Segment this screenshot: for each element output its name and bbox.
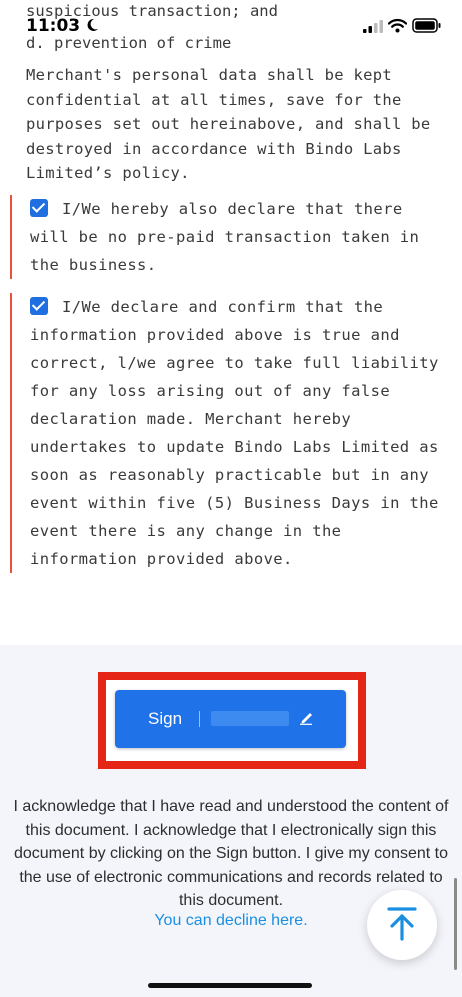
cellular-signal-icon xyxy=(363,20,383,38)
battery-icon xyxy=(412,18,442,38)
declaration-prepaid: I/We hereby also declare that there will… xyxy=(10,195,440,279)
scroll-to-top-button[interactable] xyxy=(367,890,437,960)
arrow-up-icon xyxy=(387,907,417,946)
document-content: suspicious transaction; and d. preventio… xyxy=(0,0,462,645)
decline-link[interactable]: You can decline here. xyxy=(154,912,307,929)
sign-button[interactable]: Sign xyxy=(115,690,346,748)
wifi-icon xyxy=(387,18,408,38)
status-time-text: 11:03 xyxy=(26,16,81,36)
status-bar: 11:03 xyxy=(0,0,462,40)
sign-divider xyxy=(199,711,200,727)
declaration-prepaid-text: I/We hereby also declare that there will… xyxy=(30,200,420,274)
home-indicator[interactable] xyxy=(148,983,312,988)
status-time: 11:03 xyxy=(26,16,99,37)
declaration-prepaid-checkbox[interactable] xyxy=(30,199,48,217)
declaration-confirm-text: I/We declare and confirm that the inform… xyxy=(30,298,439,568)
moon-icon xyxy=(86,17,99,37)
declaration-confirm: I/We declare and confirm that the inform… xyxy=(10,293,440,573)
sign-button-label: Sign xyxy=(148,709,183,728)
declaration-confirm-checkbox[interactable] xyxy=(30,297,48,315)
signature-placeholder xyxy=(211,711,289,726)
pen-icon xyxy=(299,710,314,730)
scrollbar[interactable] xyxy=(454,878,457,970)
personal-data-paragraph: Merchant's personal data shall be kept c… xyxy=(26,66,431,182)
